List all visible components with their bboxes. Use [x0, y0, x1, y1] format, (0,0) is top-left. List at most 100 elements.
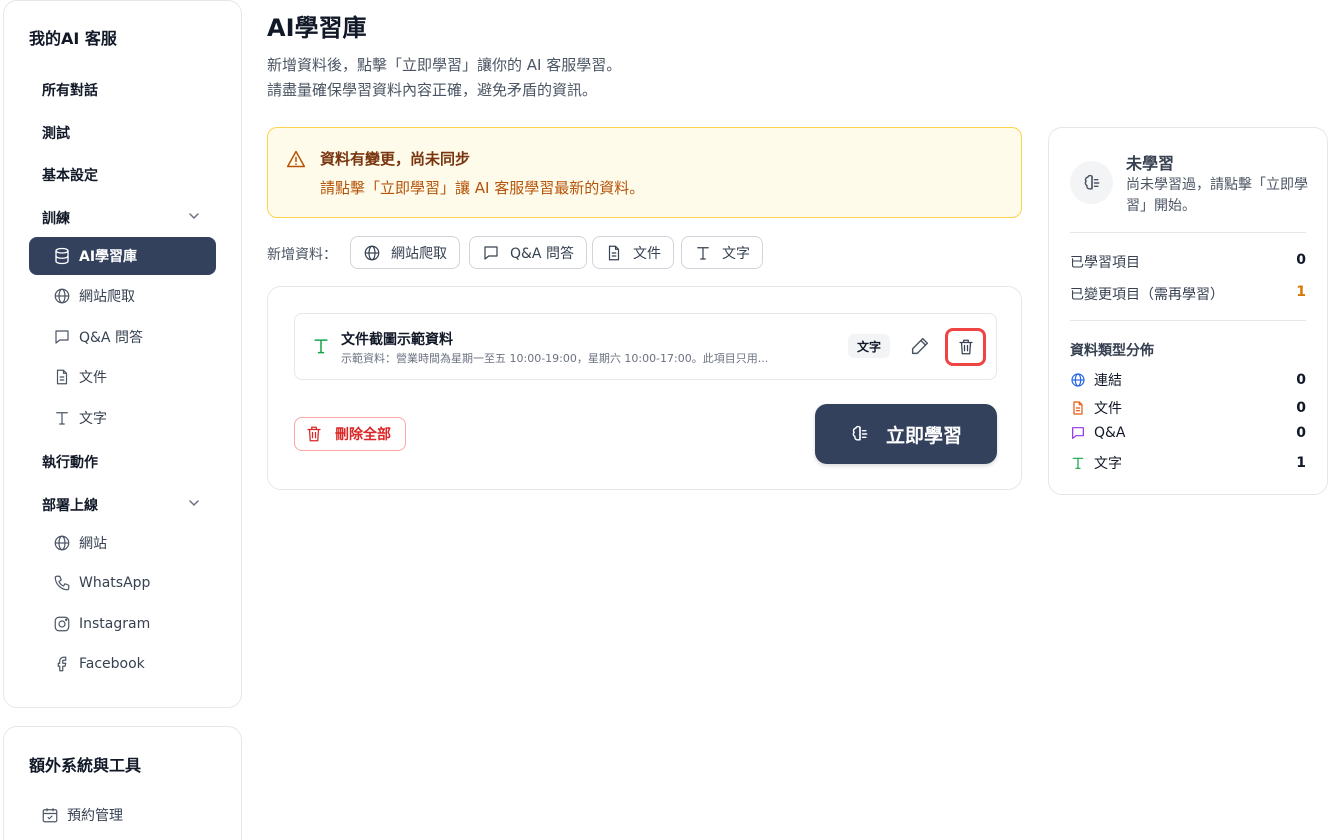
add-qa-button[interactable]: Q&A 問答: [469, 236, 587, 269]
brain-avatar: [1070, 161, 1113, 204]
sidebar-item-basic-settings[interactable]: 基本設定: [42, 165, 98, 185]
delete-all-button[interactable]: 刪除全部: [294, 417, 406, 451]
distribution-title: 資料類型分佈: [1070, 343, 1154, 359]
changed-items-label: 已變更項目（需再學習）: [1070, 287, 1224, 303]
add-document-label: 文件: [633, 245, 661, 262]
alert-triangle-icon: [286, 150, 306, 168]
alert-title: 資料有變更，尚未同步: [320, 150, 471, 168]
distribution-label: 文件: [1094, 401, 1122, 417]
sidebar-item-deploy[interactable]: 部署上線: [42, 495, 98, 515]
sidebar-item-qa[interactable]: Q&A 問答: [29, 318, 216, 356]
brain-icon: [852, 425, 868, 441]
sidebar-title: 我的AI 客服: [29, 29, 117, 48]
learning-status-message: 尚未學習過，請點擊「立即學習」開始。: [1126, 177, 1308, 214]
sidebar-item-label: AI學習庫: [79, 249, 138, 265]
distribution-value: 0: [1296, 372, 1306, 388]
learning-status-panel: 未學習 尚未學習過，請點擊「立即學習」開始。 已學習項目 0 已變更項目（需再學…: [1048, 127, 1328, 495]
sidebar-item-text[interactable]: 文字: [29, 399, 216, 437]
chevron-down-icon[interactable]: [188, 210, 200, 222]
globe-icon: [364, 245, 380, 260]
sidebar-item-website[interactable]: 網站: [29, 524, 216, 562]
add-text-button[interactable]: 文字: [681, 236, 763, 269]
file-text-icon: [1073, 401, 1083, 415]
learn-now-button[interactable]: 立即學習: [815, 404, 997, 464]
item-subtitle: 示範資料：營業時間為星期一至五 10:00-19:00，星期六 10:00-17…: [341, 352, 769, 365]
distribution-label: 文字: [1094, 456, 1122, 472]
distribution-value: 0: [1296, 425, 1306, 441]
delete-all-label: 刪除全部: [335, 427, 391, 443]
page-description-2: 請盡量確保學習資料內容正確，避免矛盾的資訊。: [267, 81, 598, 99]
database-icon: [55, 247, 69, 265]
sidebar-item-facebook[interactable]: Facebook: [29, 645, 216, 683]
type-icon: [697, 246, 709, 260]
file-text-icon: [608, 245, 620, 260]
distribution-row-qa: Q&A 0: [1070, 425, 1306, 441]
globe-icon: [54, 535, 70, 551]
item-title: 文件截圖示範資料: [341, 332, 453, 348]
list-item[interactable]: 文件截圖示範資料 示範資料：營業時間為星期一至五 10:00-19:00，星期六…: [294, 313, 997, 380]
sidebar-item-label: Instagram: [79, 616, 151, 632]
globe-icon: [1071, 373, 1085, 387]
trash-icon: [307, 426, 321, 442]
distribution-value: 0: [1296, 400, 1306, 416]
distribution-label: 連結: [1094, 373, 1122, 389]
page-title: AI學習庫: [267, 14, 367, 42]
type-icon: [56, 412, 68, 425]
learn-now-label: 立即學習: [885, 424, 962, 447]
distribution-row-document: 文件 0: [1070, 398, 1306, 418]
calendar-check-icon: [42, 808, 58, 823]
sidebar-item-label: Facebook: [79, 656, 145, 672]
divider: [1070, 232, 1306, 233]
sidebar-item-web-crawl[interactable]: 網站爬取: [29, 277, 216, 315]
add-document-button[interactable]: 文件: [592, 236, 674, 269]
changed-items-row: 已變更項目（需再學習） 1: [1070, 284, 1306, 304]
brain-icon: [1084, 174, 1099, 190]
delete-item-button[interactable]: [945, 328, 986, 366]
distribution-row-text: 文字 1: [1070, 453, 1306, 473]
sidebar-item-training[interactable]: 訓練: [42, 208, 70, 228]
sidebar-item-instagram[interactable]: Instagram: [29, 605, 216, 643]
sidebar-item-label: 預約管理: [67, 808, 123, 824]
sidebar-item-label: WhatsApp: [79, 575, 151, 591]
page-description-1: 新增資料後，點擊「立即學習」讓你的 AI 客服學習。: [267, 56, 622, 74]
add-text-label: 文字: [722, 245, 750, 262]
phone-icon: [54, 575, 70, 591]
changed-items-value: 1: [1296, 284, 1306, 300]
sidebar-item-test[interactable]: 測試: [42, 123, 70, 143]
item-type-badge: 文字: [848, 334, 891, 358]
file-text-icon: [56, 369, 68, 385]
sidebar: 我的AI 客服 所有對話 測試 基本設定 訓練 AI學習庫 網站爬取 Q&A 問…: [3, 0, 242, 708]
extra-tools-title: 額外系統與工具: [29, 756, 142, 775]
type-icon: [314, 339, 328, 354]
sidebar-item-label: Q&A 問答: [79, 330, 143, 346]
instagram-icon: [54, 616, 70, 632]
sidebar-item-documents[interactable]: 文件: [29, 358, 216, 396]
learning-status: 未學習: [1126, 154, 1175, 173]
add-web-crawl-label: 網站爬取: [391, 245, 447, 262]
distribution-label: Q&A: [1094, 425, 1126, 441]
facebook-icon: [57, 656, 67, 672]
extra-tools-panel: 額外系統與工具 預約管理: [3, 726, 242, 840]
sidebar-item-actions[interactable]: 執行動作: [42, 452, 98, 472]
message-square-icon: [1072, 427, 1084, 439]
learned-items-row: 已學習項目 0: [1070, 252, 1306, 272]
sidebar-item-ai-library[interactable]: AI學習庫: [29, 237, 216, 275]
learned-items-label: 已學習項目: [1070, 255, 1140, 271]
chevron-down-icon[interactable]: [188, 497, 200, 509]
add-qa-label: Q&A 問答: [510, 245, 574, 262]
learned-items-value: 0: [1296, 252, 1306, 268]
add-web-crawl-button[interactable]: 網站爬取: [350, 236, 460, 269]
pencil-icon[interactable]: [909, 335, 931, 357]
sidebar-item-booking[interactable]: 預約管理: [17, 796, 204, 834]
type-icon: [1072, 457, 1084, 469]
alert-body: 請點擊「立即學習」讓 AI 客服學習最新的資料。: [320, 179, 645, 197]
add-data-label: 新增資料：: [267, 247, 337, 263]
data-list-card: 文件截圖示範資料 示範資料：營業時間為星期一至五 10:00-19:00，星期六…: [267, 286, 1022, 490]
sidebar-item-all-chats[interactable]: 所有對話: [42, 80, 98, 100]
globe-icon: [54, 288, 70, 304]
sidebar-item-label: 文字: [79, 411, 107, 427]
sidebar-item-whatsapp[interactable]: WhatsApp: [29, 564, 216, 602]
sidebar-item-label: 網站: [79, 536, 107, 552]
sync-alert: 資料有變更，尚未同步 請點擊「立即學習」讓 AI 客服學習最新的資料。: [267, 127, 1022, 218]
sidebar-item-label: 網站爬取: [79, 289, 135, 305]
